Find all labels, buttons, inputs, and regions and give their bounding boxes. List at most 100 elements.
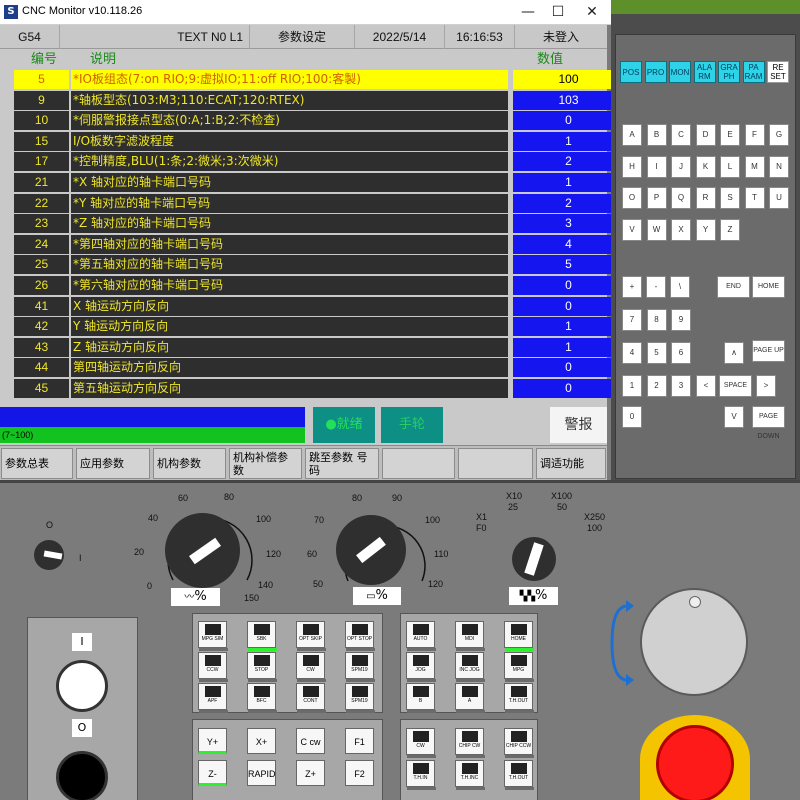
machine-key-mpg-sim[interactable]: MPG SIM xyxy=(198,621,228,651)
machine-key-inc-jog[interactable]: INC JOG xyxy=(455,652,485,682)
key-home[interactable]: HOME xyxy=(752,276,785,298)
key-b[interactable]: B xyxy=(646,124,667,146)
softkey-mech-params[interactable]: 机构参数 xyxy=(153,448,226,479)
machine-key-spm19[interactable]: SPM19 xyxy=(345,652,375,682)
machine-key-apf[interactable]: APF xyxy=(198,683,228,713)
axis-key-c-cw[interactable]: C cw xyxy=(296,728,325,754)
key-k[interactable]: K xyxy=(695,155,716,178)
machine-key-t-h-out[interactable]: T.H.OUT xyxy=(504,683,534,713)
param-value[interactable]: 0 xyxy=(513,358,624,378)
maximize-button[interactable]: ☐ xyxy=(543,0,573,25)
param-value[interactable]: 5 xyxy=(513,255,624,275)
key-u[interactable]: U xyxy=(769,187,789,209)
key-q[interactable]: Q xyxy=(671,187,691,209)
mode-key-mon[interactable]: MON xyxy=(669,61,691,83)
machine-key-chip-cw[interactable]: CHIP CW xyxy=(455,728,485,758)
jog-rate-knob[interactable] xyxy=(512,537,556,581)
key-digit[interactable]: 9 xyxy=(671,309,691,331)
axis-key-x-[interactable]: X+ xyxy=(247,728,276,754)
param-value[interactable]: 1 xyxy=(513,173,624,192)
param-value[interactable]: 1 xyxy=(513,337,624,357)
alarm-indicator[interactable]: 警报 xyxy=(550,407,607,443)
axis-key-f1[interactable]: F1 xyxy=(345,728,374,754)
axis-key-rapid[interactable]: RAPID xyxy=(247,760,276,786)
mode-key-reset[interactable]: RE SET xyxy=(767,61,789,83)
key-o[interactable]: O xyxy=(622,187,642,209)
machine-key-spm19[interactable]: SPM19 xyxy=(345,683,375,713)
param-value[interactable]: 1 xyxy=(513,131,624,151)
key-digit[interactable]: 0 xyxy=(622,406,642,428)
key-digit[interactable]: 1 xyxy=(622,375,642,397)
softkey-mech-comp[interactable]: 机构补偿参数 xyxy=(229,448,302,479)
key-minus[interactable]: - xyxy=(646,276,666,298)
machine-key-opt-skip[interactable]: OPT SKIP xyxy=(296,621,326,651)
key-digit[interactable]: 7 xyxy=(622,309,642,331)
param-value[interactable]: 100 xyxy=(513,70,624,89)
handwheel[interactable] xyxy=(640,588,748,696)
axis-key-f2[interactable]: F2 xyxy=(345,760,374,786)
key-v[interactable]: V xyxy=(622,218,642,241)
key-w[interactable]: W xyxy=(646,218,667,241)
mode-key-pro[interactable]: PRO xyxy=(644,61,667,83)
softkey-tuning[interactable]: 调适功能 xyxy=(536,448,606,479)
login-status[interactable]: 未登入 xyxy=(515,25,607,49)
key-digit[interactable]: 8 xyxy=(646,309,667,331)
key-digit[interactable]: 5 xyxy=(646,342,667,364)
machine-key-b[interactable]: B xyxy=(406,683,436,713)
key-a[interactable]: A xyxy=(622,124,642,146)
key-s[interactable]: S xyxy=(720,187,740,209)
softkey-blank-2[interactable] xyxy=(458,448,533,479)
key-backslash[interactable]: \ xyxy=(670,276,690,298)
mode-key-graph[interactable]: GRA PH xyxy=(718,61,740,83)
key-space[interactable]: SPACE xyxy=(719,375,752,397)
machine-key-t-h-inc[interactable]: T.H.INC xyxy=(455,760,485,790)
axis-key-y-[interactable]: Y+ xyxy=(198,728,227,754)
param-value[interactable]: 0 xyxy=(513,111,624,131)
key-x[interactable]: X xyxy=(671,218,691,241)
machine-key-cont[interactable]: CONT xyxy=(296,683,326,713)
key-t[interactable]: T xyxy=(744,187,765,209)
machine-key-ccw[interactable]: CCW xyxy=(198,652,228,682)
key-d[interactable]: D xyxy=(695,124,716,146)
key-plus[interactable]: + xyxy=(622,276,642,298)
machine-key-sbk[interactable]: SBK xyxy=(247,621,277,651)
key-i[interactable]: I xyxy=(646,155,667,178)
machine-key-t-h-in[interactable]: T.H.IN xyxy=(406,760,436,790)
mode-key-param[interactable]: PA RAM xyxy=(742,61,765,83)
softkey-blank-1[interactable] xyxy=(382,448,455,479)
key-y[interactable]: Y xyxy=(695,218,716,241)
key-digit[interactable]: 3 xyxy=(671,375,691,397)
key-f[interactable]: F xyxy=(744,124,765,146)
mode-key-pos[interactable]: POS xyxy=(620,61,642,83)
param-value[interactable]: 0 xyxy=(513,296,624,316)
key-right[interactable]: > xyxy=(756,375,776,397)
key-e[interactable]: E xyxy=(720,124,740,146)
machine-key-chip-ccw[interactable]: CHIP CCW xyxy=(504,728,534,758)
key-p[interactable]: P xyxy=(646,187,667,209)
power-off-button[interactable] xyxy=(56,751,108,800)
machine-key-opt-stop[interactable]: OPT STOP xyxy=(345,621,375,651)
key-g[interactable]: G xyxy=(769,124,789,146)
machine-key-t-h-out[interactable]: T.H.OUT xyxy=(504,760,534,790)
machine-key-cw[interactable]: CW xyxy=(406,728,436,758)
key-c[interactable]: C xyxy=(671,124,691,146)
param-value[interactable]: 0 xyxy=(513,379,624,398)
axis-key-z-[interactable]: Z- xyxy=(198,760,227,786)
axis-key-z-[interactable]: Z+ xyxy=(296,760,325,786)
feed-override-knob[interactable] xyxy=(165,513,240,588)
key-l[interactable]: L xyxy=(720,155,740,178)
key-n[interactable]: N xyxy=(769,155,789,178)
power-on-button[interactable] xyxy=(56,660,108,712)
machine-key-bfc[interactable]: BFC xyxy=(247,683,277,713)
machine-key-mpg[interactable]: MPG xyxy=(504,652,534,682)
param-value[interactable]: 2 xyxy=(513,152,624,172)
softkey-jump-param[interactable]: 跳至参数 号码 xyxy=(305,448,379,479)
close-button[interactable]: ✕ xyxy=(577,0,607,25)
param-value[interactable]: 2 xyxy=(513,193,624,213)
key-j[interactable]: J xyxy=(671,155,691,178)
machine-key-home[interactable]: HOME xyxy=(504,621,534,651)
key-digit[interactable]: 2 xyxy=(646,375,667,397)
key-page-down[interactable]: PAGE DOWN xyxy=(752,406,785,440)
mode-key-alarm[interactable]: ALA RM xyxy=(693,61,716,83)
key-digit[interactable]: 4 xyxy=(622,342,642,364)
